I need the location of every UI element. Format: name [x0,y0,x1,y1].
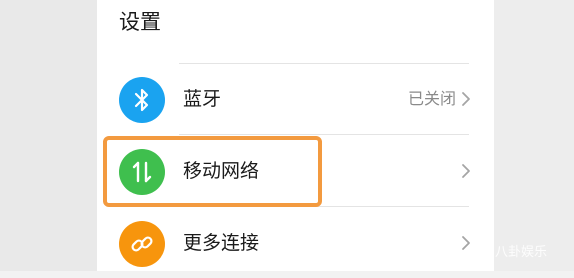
more-connections-label: 更多连接 [183,232,260,254]
chevron-right-icon [462,92,470,106]
link-icon [119,221,165,267]
right-background [494,0,574,271]
settings-panel: 设置 蓝牙 已关闭 移动网络 更多连接 [97,0,494,271]
left-background [0,0,97,271]
mobile-data-icon [119,149,165,195]
bluetooth-status: 已关闭 [407,89,456,108]
bluetooth-icon [119,77,165,123]
page-title: 设置 [119,10,161,34]
divider [179,206,469,207]
chevron-right-icon [462,164,470,178]
more-connections-row[interactable]: 更多连接 [97,208,494,278]
divider [179,134,469,135]
bluetooth-label: 蓝牙 [183,88,222,110]
mobile-network-row[interactable]: 移动网络 [97,136,494,206]
chevron-right-icon [462,236,470,250]
bluetooth-row[interactable]: 蓝牙 已关闭 [97,64,494,134]
watermark: 八卦娱乐 [495,245,548,260]
mobile-network-label: 移动网络 [183,160,260,182]
